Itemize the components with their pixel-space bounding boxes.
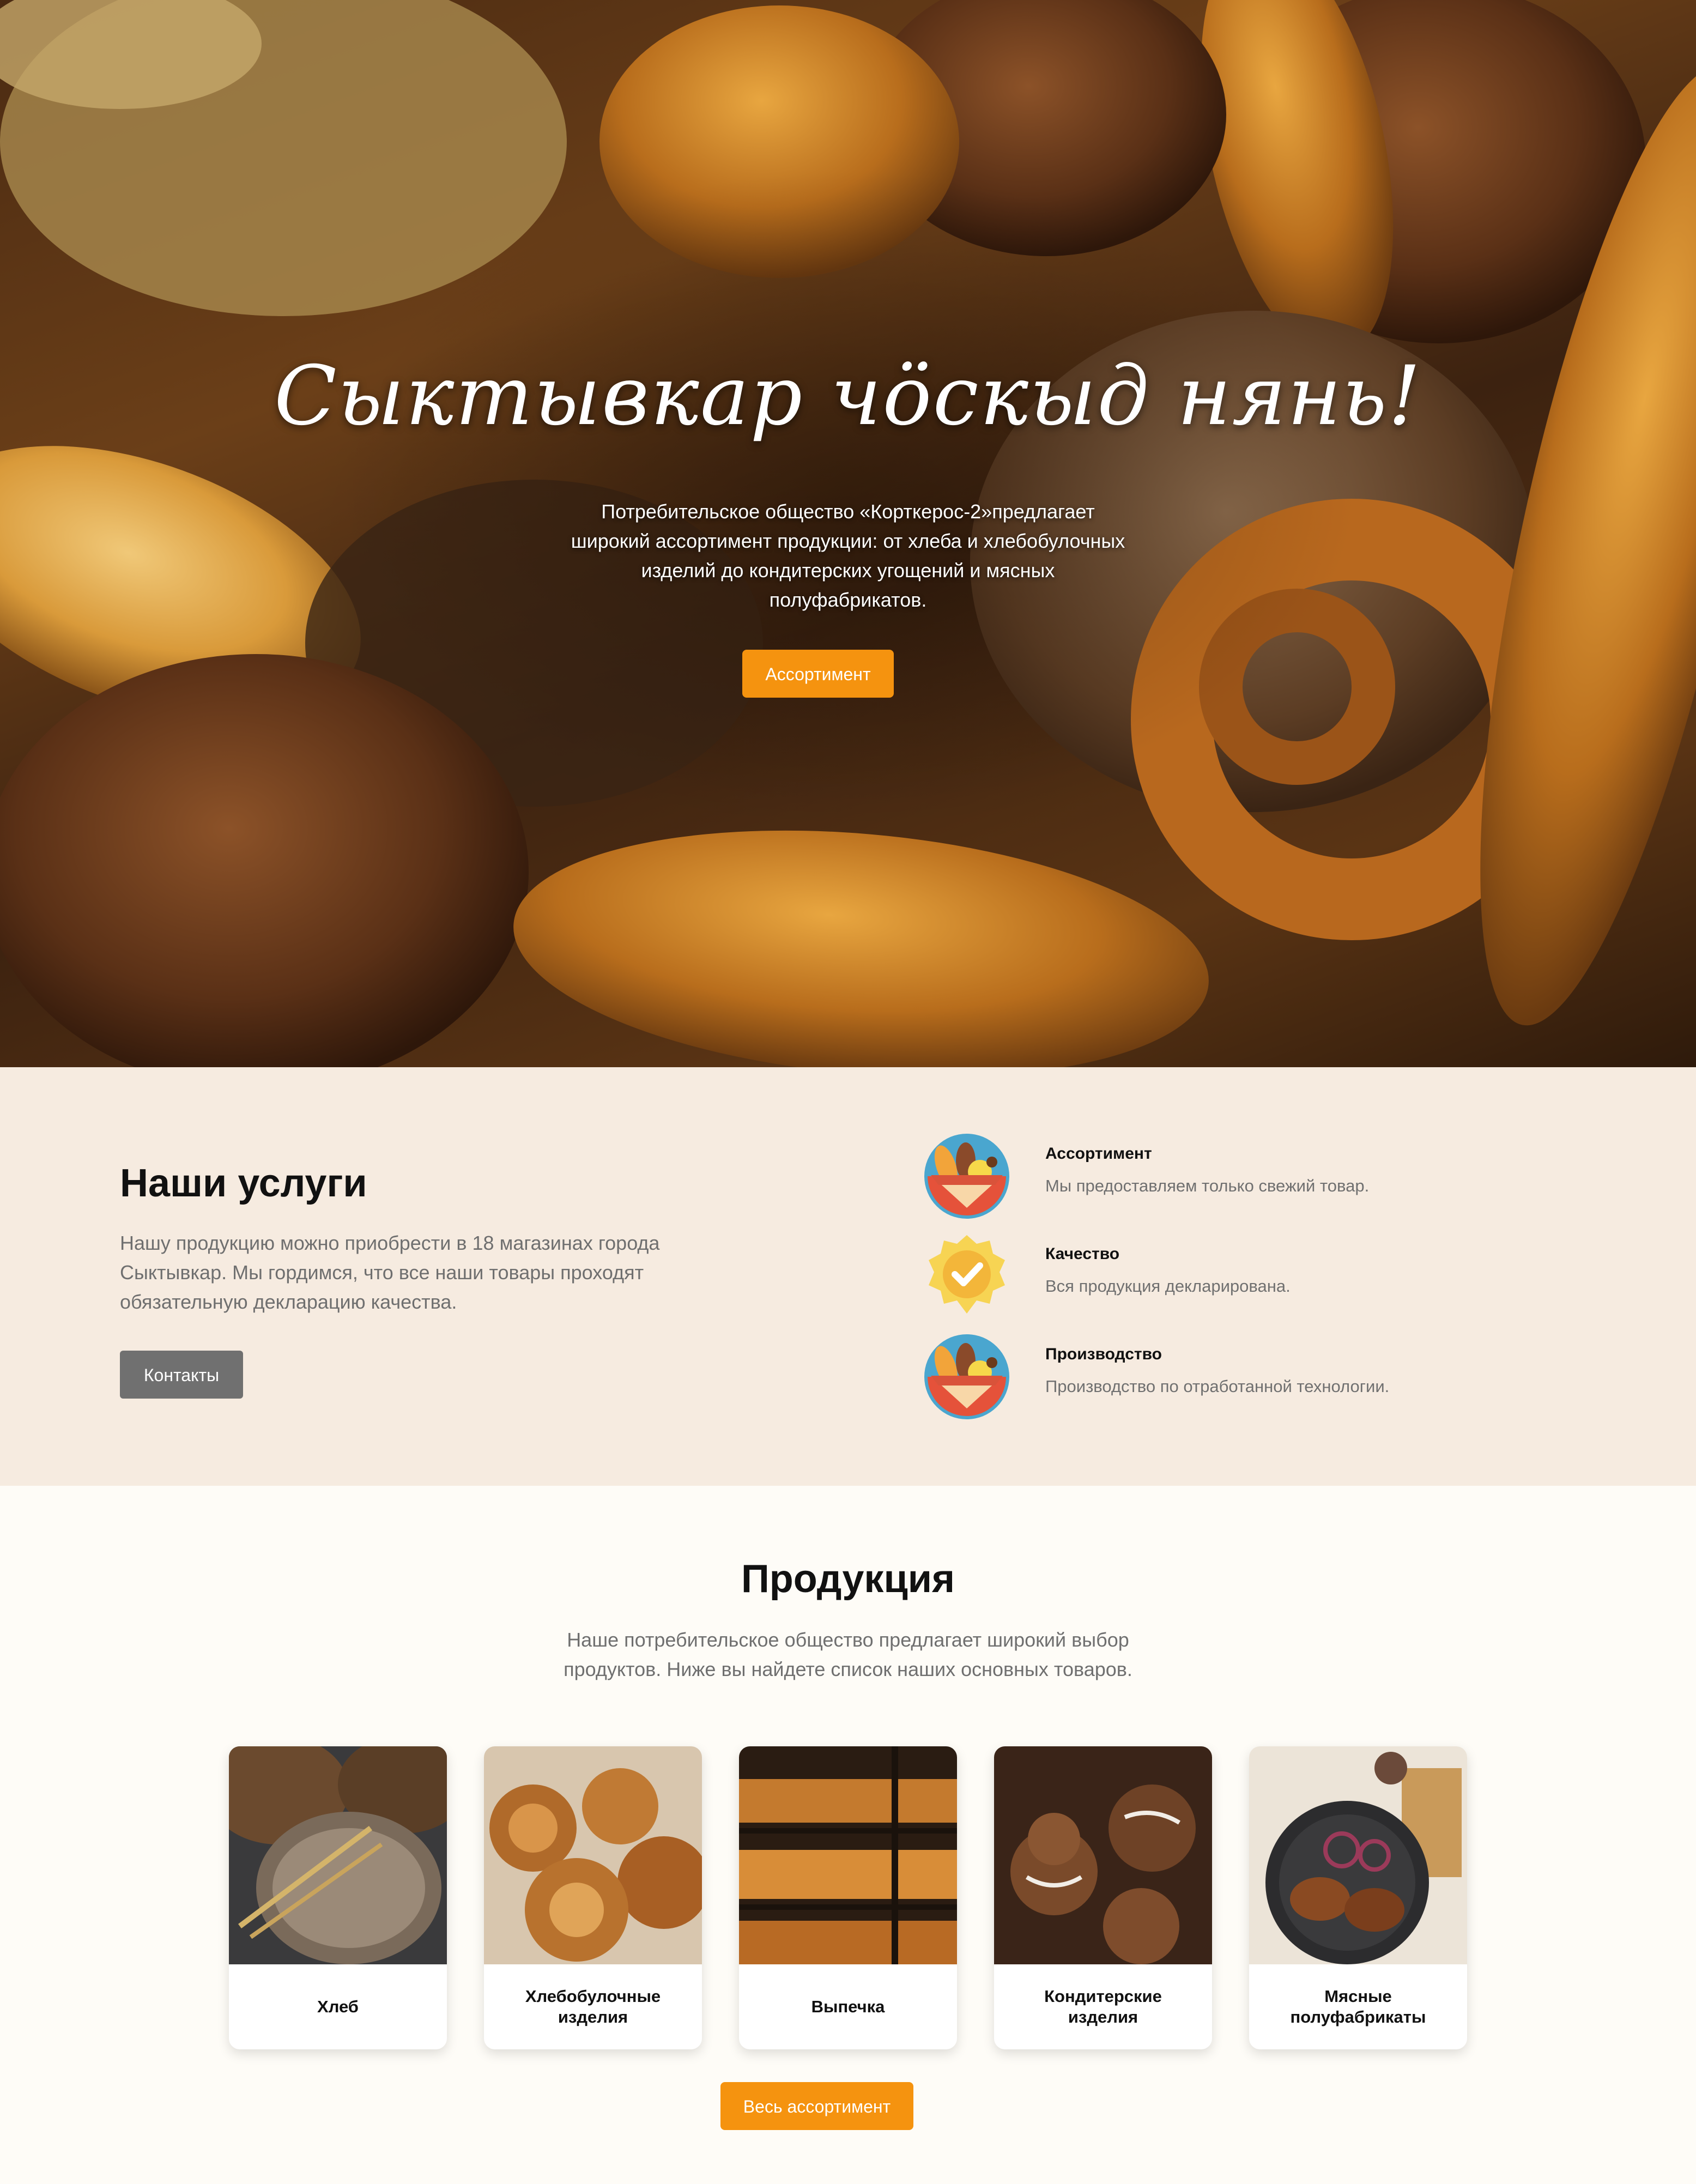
product-label: Выпечка xyxy=(811,1997,885,2016)
hero-title: Сыктывкар чӧскыд нянь! xyxy=(274,349,1422,444)
feature-item-assortment: Ассортимент Мы предоставляем только свеж… xyxy=(923,1133,1577,1220)
product-card-confectionery[interactable]: Кондитерские изделия xyxy=(994,1746,1212,2049)
assortment-button[interactable]: Ассортимент xyxy=(742,650,894,698)
product-image-bread xyxy=(229,1746,447,1964)
product-label: Хлеб xyxy=(317,1997,359,2016)
product-card-buns[interactable]: Хлебобулочные изделия xyxy=(484,1746,702,2049)
feature-description: Мы предоставляем только свежий товар. xyxy=(1045,1176,1370,1195)
product-image-buns xyxy=(484,1746,702,1964)
product-card-bread[interactable]: Хлеб xyxy=(229,1746,447,2049)
product-card-pastry[interactable]: Выпечка xyxy=(739,1746,957,2049)
feature-item-quality: Качество Вся продукция декларирована. xyxy=(923,1233,1577,1320)
quality-badge-icon xyxy=(929,1235,1005,1314)
feature-item-production: Производство Производство по отработанно… xyxy=(923,1333,1577,1420)
product-card-meat[interactable]: Мясные полуфабрикаты xyxy=(1249,1746,1467,2049)
feature-title: Качество xyxy=(1045,1245,1120,1263)
product-image-meat xyxy=(1249,1746,1467,1964)
services-title: Наши услуги xyxy=(120,1161,367,1205)
contacts-button[interactable]: Контакты xyxy=(120,1351,243,1399)
feature-description: Производство по отработанной технологии. xyxy=(1045,1377,1390,1396)
feature-title: Ассортимент xyxy=(1045,1145,1152,1163)
product-label: Кондитерские изделия xyxy=(1044,1987,1162,2026)
product-image-pastry xyxy=(739,1746,957,1964)
bread-basket-icon xyxy=(924,1134,1009,1219)
services-section: Наши услуги Нашу продукцию можно приобре… xyxy=(0,1067,1696,1486)
services-description: Нашу продукцию можно приобрести в 18 маг… xyxy=(120,1232,660,1313)
products-section: Продукция Наше потребительское общество … xyxy=(0,1486,1696,2184)
feature-description: Вся продукция декларирована. xyxy=(1045,1276,1291,1296)
products-title: Продукция xyxy=(741,1557,955,1601)
full-assortment-button[interactable]: Весь ассортимент xyxy=(720,2082,913,2130)
product-label: Хлебобулочные изделия xyxy=(525,1987,661,2026)
hero-section: Сыктывкар чӧскыд нянь! Потребительское о… xyxy=(0,0,1696,1067)
product-label: Мясные полуфабрикаты xyxy=(1290,1987,1426,2026)
products-description: Наше потребительское общество предлагает… xyxy=(564,1629,1132,1680)
feature-title: Производство xyxy=(1045,1345,1162,1363)
hero-description: Потребительское общество «Корткерос-2»пр… xyxy=(571,500,1125,611)
product-image-confectionery xyxy=(994,1746,1212,1964)
bread-basket-icon xyxy=(924,1334,1009,1419)
product-grid: Хлеб Хлебобулочные изделия Выпечка Конди… xyxy=(229,1746,1467,2049)
